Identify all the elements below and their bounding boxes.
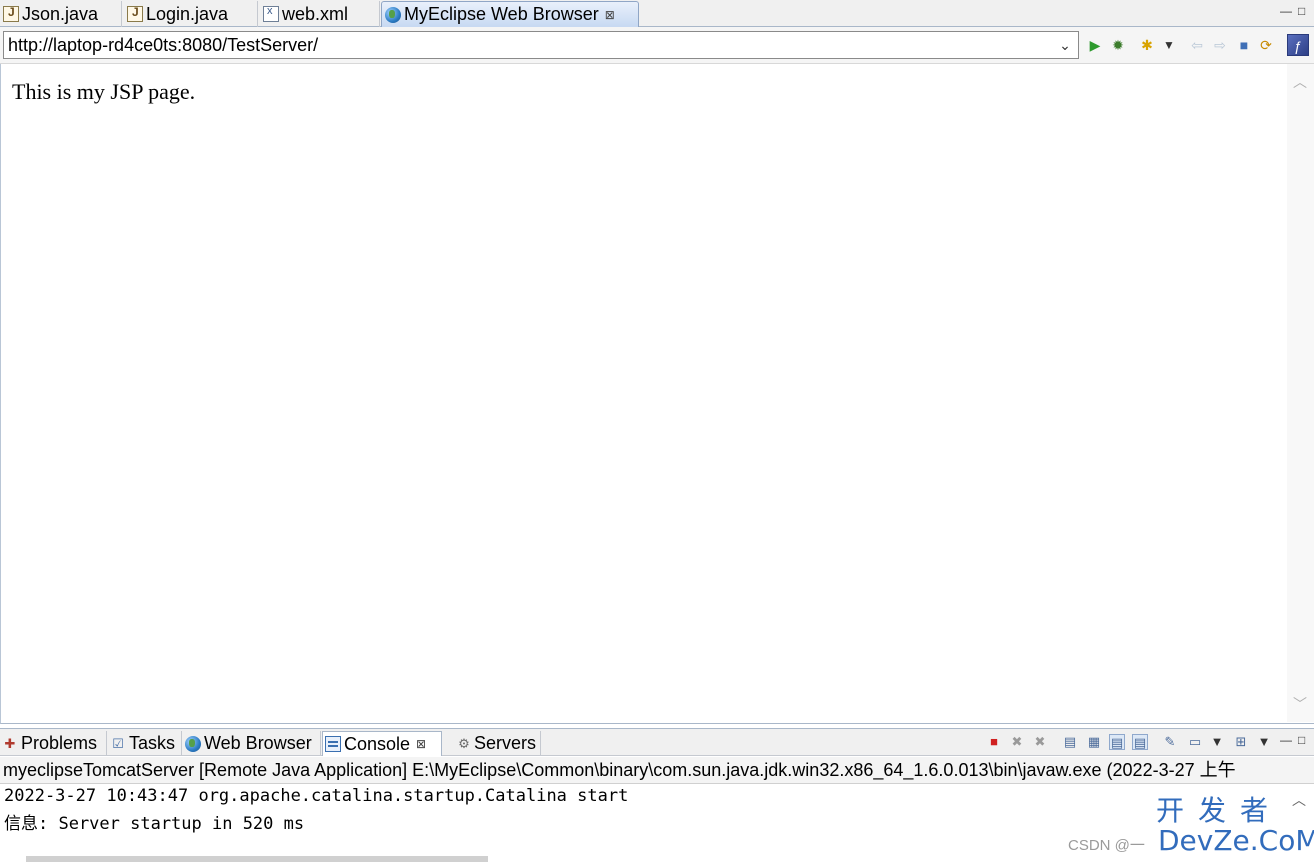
vertical-scrollbar[interactable]: ︿ ﹀	[1287, 64, 1314, 722]
java-file-icon	[127, 5, 143, 22]
globe-icon	[185, 735, 201, 752]
tab-label: Web Browser	[204, 733, 312, 753]
back-icon[interactable]: ⇦	[1189, 37, 1205, 53]
dropdown-icon[interactable]: ▼	[1161, 37, 1177, 53]
open-console-icon[interactable]: ⊞	[1233, 734, 1249, 750]
remove-all-icon[interactable]: ✖	[1032, 734, 1048, 750]
xml-file-icon	[263, 5, 279, 22]
tab-label: Console	[344, 733, 411, 754]
globe-icon	[385, 6, 401, 23]
scroll-down-icon[interactable]: ﹀	[1290, 694, 1310, 714]
dropdown-icon[interactable]: ▼	[1256, 734, 1272, 750]
tab-web-browser[interactable]: Web Browser	[183, 731, 321, 756]
debug-icon[interactable]: ✹	[1110, 37, 1126, 53]
tab-myeclipse-web-browser[interactable]: MyEclipse Web Browser ⊠	[381, 1, 639, 27]
pin-console-icon[interactable]: ✎	[1162, 734, 1178, 750]
tab-tasks[interactable]: ☑ Tasks	[108, 731, 182, 756]
scroll-lock-icon[interactable]: ▦	[1086, 734, 1102, 750]
problems-icon: ✚	[4, 735, 16, 751]
url-history-dropdown[interactable]: ⌄	[1052, 31, 1078, 59]
tab-web-xml[interactable]: web.xml	[260, 1, 380, 27]
browser-viewport: This is my JSP page. ︿ ﹀	[0, 64, 1314, 724]
maximize-icon[interactable]: □	[1298, 4, 1305, 18]
console-line: 2022-3-27 10:43:47 org.apache.catalina.s…	[4, 786, 629, 806]
browser-toolbar: http://laptop-rd4ce0ts:8080/TestServer/ …	[0, 27, 1314, 64]
minimize-icon[interactable]: —	[1280, 733, 1292, 747]
maximize-icon[interactable]: □	[1298, 733, 1305, 747]
console-process-label: myeclipseTomcatServer [Remote Java Appli…	[0, 757, 1314, 784]
refresh-icon[interactable]: ⟳	[1258, 37, 1274, 53]
show-on-error-icon[interactable]: ▤	[1132, 734, 1148, 750]
favorites-icon[interactable]: ✱	[1139, 37, 1155, 53]
console-icon	[325, 736, 341, 752]
watermark-logo-en: DevZe.CoM	[1158, 824, 1314, 857]
stop-icon[interactable]: ■	[1236, 37, 1252, 53]
tab-label: Problems	[21, 733, 98, 753]
tab-label: Servers	[473, 733, 536, 753]
scroll-up-icon[interactable]: ︿	[1290, 72, 1310, 92]
perspective-icon[interactable]: ƒ	[1287, 34, 1309, 56]
watermark-logo-cn: 开发者	[1156, 794, 1283, 827]
go-icon[interactable]: ▶	[1087, 37, 1103, 53]
display-console-icon[interactable]: ▭	[1187, 734, 1203, 750]
close-icon[interactable]: ⊠	[416, 737, 426, 751]
forward-icon[interactable]: ⇨	[1212, 37, 1228, 53]
tab-label: Tasks	[129, 733, 176, 753]
tab-problems[interactable]: ✚ Problems	[0, 731, 107, 756]
editor-tab-bar: Json.java Login.java web.xml MyEclipse W…	[0, 0, 1314, 27]
tab-console[interactable]: Console ⊠	[322, 731, 442, 756]
clear-console-icon[interactable]: ▤	[1062, 734, 1078, 750]
watermark-csdn: CSDN @一	[1068, 837, 1145, 854]
horizontal-scrollbar-thumb[interactable]	[26, 856, 488, 862]
show-on-output-icon[interactable]: ▤	[1109, 734, 1125, 750]
tab-login-java[interactable]: Login.java	[124, 1, 258, 27]
page-body-text: This is my JSP page.	[12, 79, 196, 104]
dropdown-icon[interactable]: ▼	[1209, 734, 1225, 750]
close-icon[interactable]: ⊠	[605, 8, 615, 22]
tasks-icon: ☑	[112, 735, 124, 751]
minimize-icon[interactable]: —	[1280, 4, 1292, 18]
tab-label: Login.java	[146, 3, 229, 24]
tab-label: MyEclipse Web Browser	[404, 4, 599, 24]
remove-launch-icon[interactable]: ✖	[1009, 734, 1025, 750]
servers-icon: ⚙	[458, 735, 470, 751]
tab-label: web.xml	[282, 3, 349, 24]
tab-label: Json.java	[22, 3, 99, 24]
terminate-icon[interactable]: ■	[986, 734, 1002, 750]
scroll-up-icon[interactable]: ︿	[1292, 790, 1306, 810]
console-line: 信息: Server startup in 520 ms	[4, 814, 305, 834]
tab-servers[interactable]: ⚙ Servers	[455, 731, 541, 756]
tab-json-java[interactable]: Json.java	[0, 1, 122, 27]
url-input[interactable]: http://laptop-rd4ce0ts:8080/TestServer/	[3, 31, 1079, 59]
java-file-icon	[3, 5, 19, 22]
